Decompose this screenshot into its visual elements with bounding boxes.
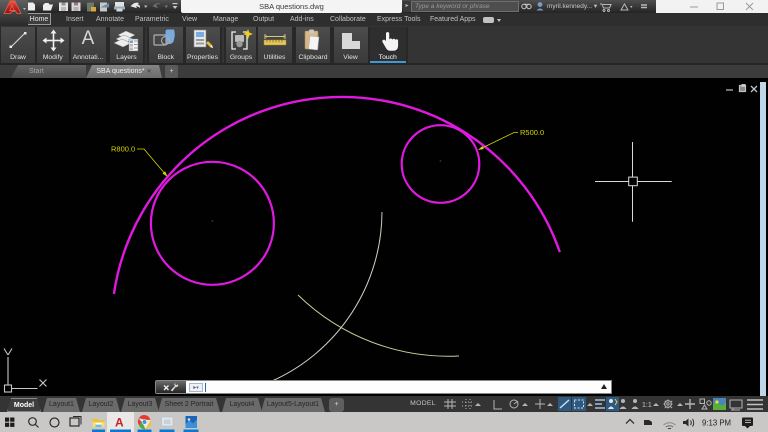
svg-text:R500.0: R500.0 bbox=[520, 128, 544, 137]
svg-text:9:13 PM: 9:13 PM bbox=[702, 419, 731, 428]
svg-text:A: A bbox=[115, 416, 124, 430]
svg-text:1:1: 1:1 bbox=[642, 402, 652, 409]
svg-text:R800.0: R800.0 bbox=[111, 145, 135, 154]
